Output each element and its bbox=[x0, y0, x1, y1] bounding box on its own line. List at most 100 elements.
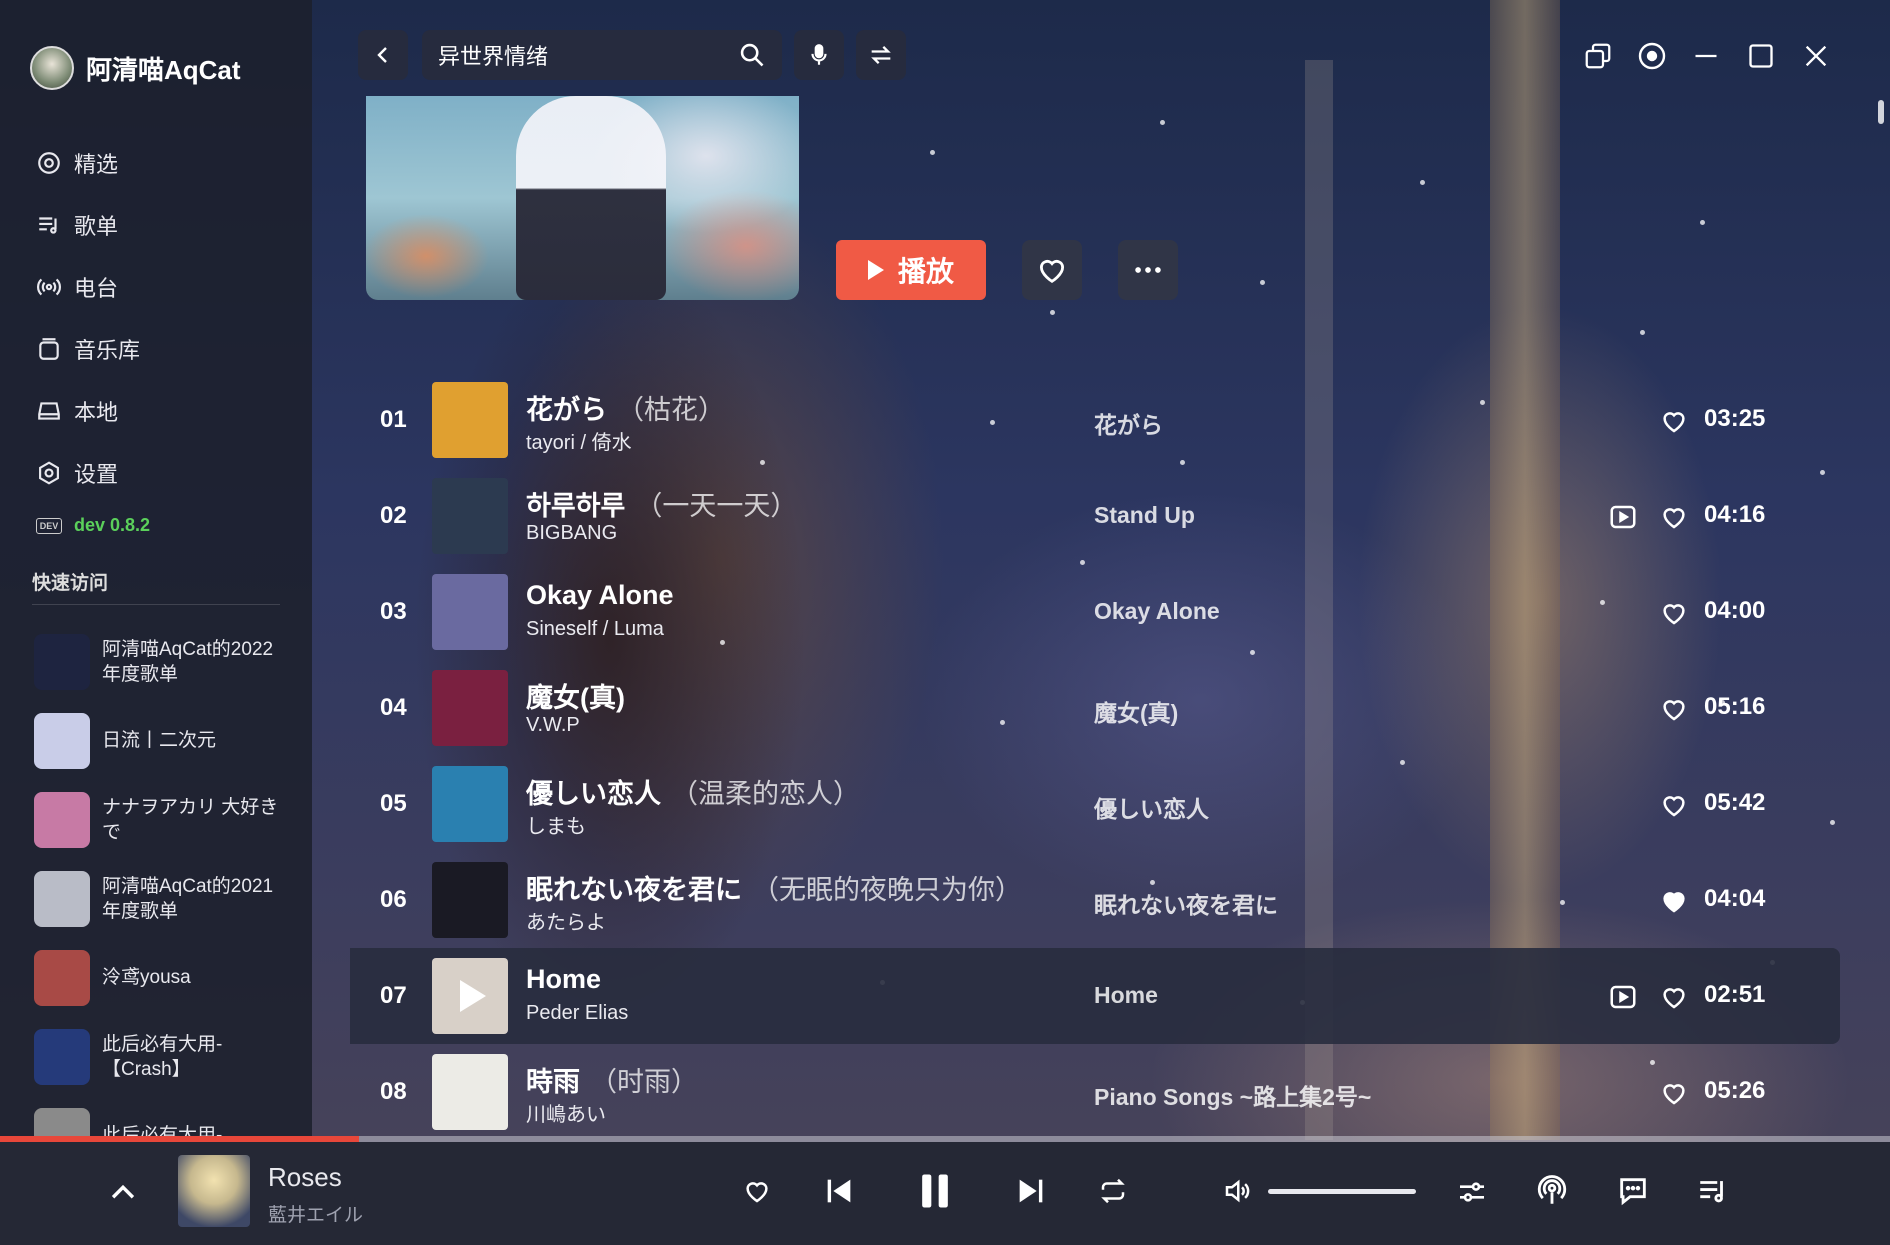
volume-button[interactable] bbox=[1218, 1172, 1256, 1210]
quick-access-item[interactable]: 阿清喵AqCat的2022年度歌单 bbox=[34, 622, 304, 701]
scrollbar[interactable] bbox=[1878, 100, 1884, 124]
play-all-button[interactable]: 播放 bbox=[836, 240, 986, 300]
track-title[interactable]: 眠れない夜を君に （无眠的夜晚只为你） bbox=[526, 868, 1022, 907]
switch-button[interactable] bbox=[856, 30, 906, 80]
sidebar-item-playlists[interactable]: 歌单 bbox=[36, 194, 140, 256]
track-like-button[interactable] bbox=[1659, 406, 1689, 441]
track-artist[interactable]: BIGBANG bbox=[526, 522, 617, 545]
track-album[interactable]: Home bbox=[1094, 982, 1158, 1009]
track-artist[interactable]: Sineself / Luma bbox=[526, 618, 664, 641]
previous-button[interactable] bbox=[818, 1170, 860, 1212]
track-cover[interactable] bbox=[432, 574, 508, 650]
track-album[interactable]: 眠れない夜を君に bbox=[1094, 886, 1278, 920]
avatar[interactable] bbox=[30, 46, 74, 90]
track-cover[interactable] bbox=[432, 958, 508, 1034]
track-cover[interactable] bbox=[432, 1054, 508, 1130]
track-row[interactable]: 05 優しい恋人 （温柔的恋人） しまも 優しい恋人 05:42 bbox=[350, 756, 1840, 852]
track-album[interactable]: 魔女(真) bbox=[1094, 694, 1178, 728]
track-album[interactable]: 花がら bbox=[1094, 406, 1163, 440]
track-alias: （无眠的夜晚只为你） bbox=[752, 875, 1022, 905]
track-title[interactable]: 優しい恋人 （温柔的恋人） bbox=[526, 772, 860, 811]
track-album[interactable]: 優しい恋人 bbox=[1094, 790, 1209, 824]
mv-button[interactable] bbox=[1608, 502, 1638, 537]
track-like-button[interactable] bbox=[1659, 1078, 1689, 1113]
like-button[interactable] bbox=[738, 1172, 776, 1210]
sidebar-item-radio[interactable]: 电台 bbox=[36, 256, 140, 318]
minimize-button[interactable] bbox=[1686, 36, 1726, 76]
close-button[interactable] bbox=[1796, 36, 1836, 76]
track-artist[interactable]: 川嶋あい bbox=[526, 1098, 606, 1127]
track-row[interactable]: 04 魔女(真) V.W.P 魔女(真) 05:16 bbox=[350, 660, 1840, 756]
like-playlist-button[interactable] bbox=[1022, 240, 1082, 300]
track-artist[interactable]: しまも bbox=[526, 810, 586, 839]
back-button[interactable] bbox=[358, 30, 408, 80]
next-button[interactable] bbox=[1010, 1170, 1052, 1212]
quick-access-item[interactable]: ナナヲアカリ 大好きで bbox=[34, 780, 304, 859]
track-like-button[interactable] bbox=[1659, 790, 1689, 825]
now-playing-artist[interactable]: 藍井エイル bbox=[268, 1200, 363, 1227]
track-artist[interactable]: V.W.P bbox=[526, 714, 580, 737]
more-options-button[interactable] bbox=[1118, 240, 1178, 300]
equalizer-button[interactable] bbox=[1452, 1172, 1492, 1212]
repeat-button[interactable] bbox=[1094, 1172, 1132, 1210]
mini-mode-button[interactable] bbox=[1578, 36, 1618, 76]
track-artist[interactable]: Peder Elias bbox=[526, 1002, 628, 1025]
track-row[interactable]: 02 하루하루 （一天一天） BIGBANG Stand Up 04:16 bbox=[350, 468, 1840, 564]
track-like-button[interactable] bbox=[1659, 502, 1689, 537]
track-like-button[interactable] bbox=[1659, 694, 1689, 729]
track-row[interactable]: 03 Okay Alone Sineself / Luma Okay Alone… bbox=[350, 564, 1840, 660]
track-cover[interactable] bbox=[432, 862, 508, 938]
track-row[interactable]: 07 Home Peder Elias Home 02:51 bbox=[350, 948, 1840, 1044]
track-title[interactable]: Okay Alone bbox=[526, 580, 684, 611]
track-artist[interactable]: あたらよ bbox=[526, 906, 606, 935]
now-playing-title[interactable]: Roses bbox=[268, 1162, 342, 1193]
track-cover[interactable] bbox=[432, 382, 508, 458]
quick-access-item[interactable]: 此后必有大用- bbox=[34, 1096, 304, 1140]
track-artist[interactable]: tayori / 倚水 bbox=[526, 426, 632, 455]
queue-button[interactable] bbox=[1692, 1170, 1734, 1212]
track-duration: 04:16 bbox=[1704, 501, 1766, 528]
track-row[interactable]: 08 時雨 （时雨） 川嶋あい Piano Songs ~路上集2号~ 05:26 bbox=[350, 1044, 1840, 1140]
sidebar-item-local[interactable]: 本地 bbox=[36, 380, 140, 442]
quick-access-item[interactable]: 泠鸢yousa bbox=[34, 938, 304, 1017]
expand-player-button[interactable] bbox=[106, 1176, 140, 1215]
track-like-button[interactable] bbox=[1659, 982, 1689, 1017]
track-title[interactable]: 花がら （枯花） bbox=[526, 388, 725, 427]
track-album[interactable]: Okay Alone bbox=[1094, 598, 1220, 625]
search-input[interactable] bbox=[438, 42, 718, 68]
track-title[interactable]: Home bbox=[526, 964, 611, 995]
search-box[interactable] bbox=[422, 30, 782, 80]
voice-search-button[interactable] bbox=[794, 30, 844, 80]
now-playing-cover[interactable] bbox=[178, 1155, 250, 1227]
sidebar-item-library[interactable]: 音乐库 bbox=[36, 318, 140, 380]
maximize-button[interactable] bbox=[1741, 36, 1781, 76]
track-cover[interactable] bbox=[432, 478, 508, 554]
track-album[interactable]: Stand Up bbox=[1094, 502, 1195, 529]
track-title[interactable]: 時雨 （时雨） bbox=[526, 1060, 698, 1099]
record-button[interactable] bbox=[1632, 36, 1672, 76]
track-cover[interactable] bbox=[432, 766, 508, 842]
search-icon[interactable] bbox=[738, 41, 766, 69]
lyrics-button[interactable] bbox=[1612, 1170, 1654, 1212]
track-like-button[interactable] bbox=[1659, 886, 1689, 921]
track-like-button[interactable] bbox=[1659, 598, 1689, 633]
track-title[interactable]: 하루하루 （一天一天） bbox=[526, 484, 797, 523]
podcast-button[interactable] bbox=[1532, 1170, 1572, 1212]
sidebar-item-settings[interactable]: 设置 bbox=[36, 442, 140, 504]
track-row[interactable]: 01 花がら （枯花） tayori / 倚水 花がら 03:25 bbox=[350, 372, 1840, 468]
quick-access-item[interactable]: 日流丨二次元 bbox=[34, 701, 304, 780]
pause-button[interactable] bbox=[908, 1166, 962, 1216]
play-icon[interactable] bbox=[460, 980, 486, 1012]
track-duration: 05:16 bbox=[1704, 693, 1766, 720]
track-album[interactable]: Piano Songs ~路上集2号~ bbox=[1094, 1078, 1371, 1112]
track-number: 02 bbox=[380, 502, 407, 529]
sidebar-item-featured[interactable]: 精选 bbox=[36, 132, 140, 194]
track-cover[interactable] bbox=[432, 670, 508, 746]
track-title[interactable]: 魔女(真) bbox=[526, 676, 635, 715]
quick-access-item[interactable]: 此后必有大用-【Crash】 bbox=[34, 1017, 304, 1096]
track-row[interactable]: 06 眠れない夜を君に （无眠的夜晚只为你） あたらよ 眠れない夜を君に 04:0… bbox=[350, 852, 1840, 948]
quick-access-item[interactable]: 阿清喵AqCat的2021年度歌单 bbox=[34, 859, 304, 938]
mv-button[interactable] bbox=[1608, 982, 1638, 1017]
volume-slider[interactable] bbox=[1268, 1189, 1416, 1194]
brand[interactable]: 阿清喵AqCat bbox=[30, 46, 241, 90]
